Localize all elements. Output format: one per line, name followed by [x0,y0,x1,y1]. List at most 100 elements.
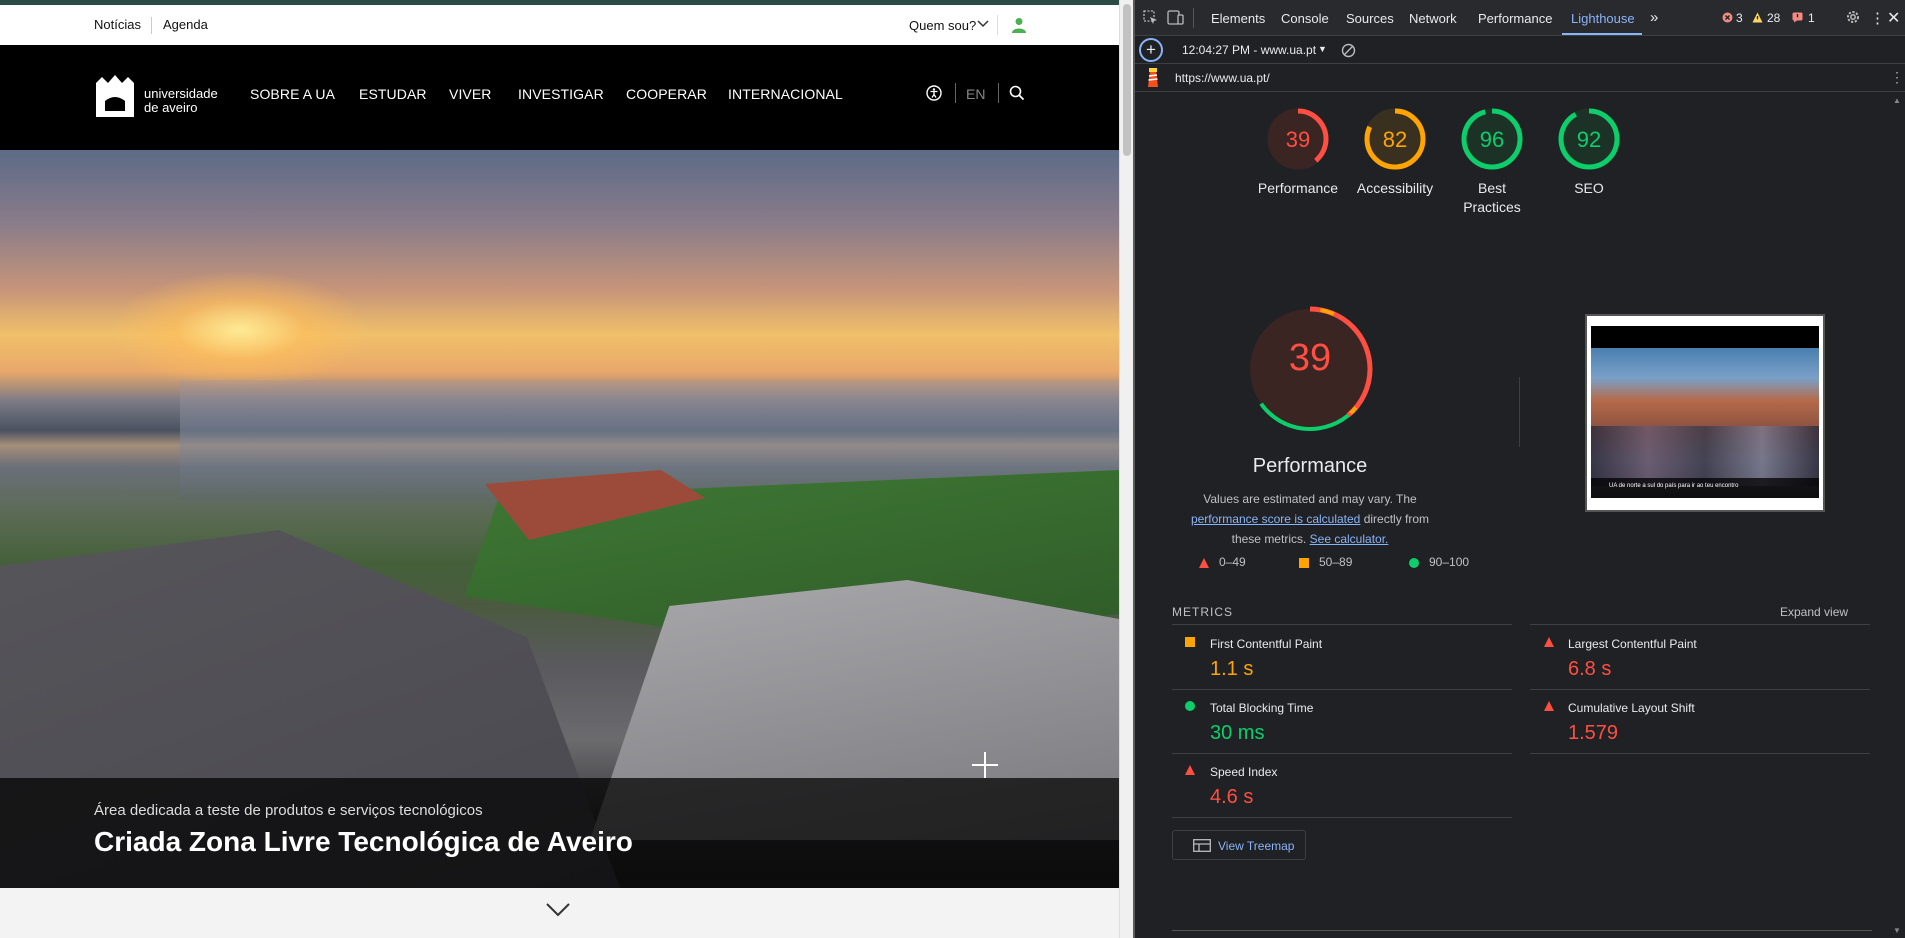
warning-icon[interactable] [1752,12,1763,23]
final-screenshot[interactable]: UA de norte a sul do país para ir ao teu… [1585,314,1825,512]
screenshot-people [1591,426,1819,486]
report-url: https://www.ua.pt/ [1175,71,1270,85]
score-label: Best Practices [1463,180,1521,215]
metric-name-tbt: Total Blocking Time [1210,701,1314,715]
view-treemap-button[interactable]: View Treemap [1172,830,1306,860]
hero-caption[interactable]: Área dedicada a teste de produtos e serv… [0,778,1119,888]
divider [1172,817,1512,818]
divider [1172,689,1512,690]
fail-triangle-icon [1185,765,1195,775]
nav-estudar[interactable]: ESTUDAR [359,86,427,102]
average-square-icon [1299,558,1309,568]
score-label: Performance [1257,180,1339,196]
report-url-bar: https://www.ua.pt/ ⋮ [1135,64,1905,92]
link-noticias[interactable]: Notícias [94,17,141,32]
issues-count[interactable]: 1 [1808,11,1815,25]
fail-triangle-icon [1199,558,1209,568]
divider [1530,753,1870,754]
website-viewport: Notícias Agenda Quem sou? universidade d… [0,0,1119,938]
devtools-panel: Elements Console Sources Network Perform… [1135,0,1905,938]
score-gauge-best-practices[interactable]: 96 Best Practices [1442,107,1542,217]
lighthouse-toolbar: + 12:04:27 PM - www.ua.pt ▼ [1135,36,1905,64]
score-value: 92 [1576,127,1602,152]
nav-internacional[interactable]: INTERNACIONAL [728,86,843,102]
score-calculated-link[interactable]: performance score is calculated [1191,512,1360,526]
chevron-down-icon[interactable] [545,902,571,918]
legend-average: 50–89 [1319,555,1353,569]
new-report-button[interactable]: + [1139,38,1163,62]
divider [151,17,152,34]
tab-sources[interactable]: Sources [1346,11,1394,26]
metric-value-lcp: 6.8 s [1568,658,1612,680]
filmstrip [1172,930,1872,938]
settings-gear-icon[interactable] [1845,9,1861,25]
report-selector[interactable]: 12:04:27 PM - www.ua.pt [1182,43,1316,57]
metric-name-lcp: Largest Contentful Paint [1568,637,1697,651]
score-value: 82 [1382,127,1408,152]
fail-triangle-icon [1544,701,1554,711]
search-icon[interactable] [1009,85,1025,101]
lighthouse-report: 39 Performance 82 Accessibility 96 Best … [1135,92,1890,938]
divider [1530,624,1870,625]
crosshair-cursor-icon [972,752,998,778]
divider [1193,8,1194,28]
device-toolbar-icon[interactable] [1167,10,1184,25]
below-hero-section [0,888,1119,938]
link-agenda[interactable]: Agenda [163,17,208,32]
nav-cooperar[interactable]: COOPERAR [626,86,707,102]
kebab-menu-icon[interactable]: ⋮ [1890,69,1904,86]
tab-lighthouse[interactable]: Lighthouse [1571,11,1635,26]
performance-title: Performance [1252,455,1368,477]
clear-icon[interactable] [1341,43,1356,58]
score-gauge-seo[interactable]: 92 SEO [1539,107,1639,198]
nav-viver[interactable]: VIVER [449,86,492,102]
report-scrollbar[interactable] [1890,92,1905,938]
metric-value-fcp: 1.1 s [1210,658,1254,680]
score-label: Accessibility [1356,180,1434,196]
language-switch[interactable]: EN [966,86,985,102]
divider [1172,753,1512,754]
chevron-down-icon[interactable]: ▼ [1318,44,1327,54]
close-icon[interactable]: ✕ [1887,8,1900,28]
metric-value-cls: 1.579 [1568,722,1619,744]
scrollbar-thumb[interactable] [1123,4,1131,156]
score-gauge-accessibility[interactable]: 82 Accessibility [1345,107,1445,198]
error-count[interactable]: 3 [1736,11,1743,25]
tab-elements[interactable]: Elements [1211,11,1265,26]
nav-investigar[interactable]: INVESTIGAR [518,86,604,102]
score-label: SEO [1574,180,1604,196]
page-scrollbar[interactable] [1119,0,1133,938]
divider [1519,377,1520,447]
chevron-down-icon[interactable] [977,19,989,29]
divider [955,83,956,103]
tab-console[interactable]: Console [1281,11,1329,26]
error-icon[interactable] [1722,12,1733,23]
tab-performance[interactable]: Performance [1478,11,1552,26]
scroll-up-icon[interactable]: ▲ [1893,96,1901,105]
more-tabs-icon[interactable]: » [1650,9,1658,26]
score-gauge-performance[interactable]: 39 Performance [1248,107,1348,198]
divider [997,15,998,35]
nav-sobre-a-ua[interactable]: SOBRE A UA [250,86,335,102]
divider [1530,689,1870,690]
note-text: Values are estimated and may vary. The [1203,492,1417,506]
kebab-menu-icon[interactable]: ⋮ [1870,9,1885,27]
performance-note: Values are estimated and may vary. The p… [1175,489,1445,549]
scroll-down-icon[interactable]: ▼ [1893,926,1901,935]
divider [998,83,999,103]
score-value: 96 [1479,127,1505,152]
fail-triangle-icon [1544,637,1554,647]
user-icon[interactable] [1012,17,1026,33]
logo-text[interactable]: universidade de aveiro [144,87,218,115]
inspect-element-icon[interactable] [1143,10,1158,25]
hero-title[interactable]: Criada Zona Livre Tecnológica de Aveiro [94,826,633,858]
quem-sou-menu[interactable]: Quem sou? [909,18,976,33]
ua-logo-icon[interactable] [94,73,136,119]
warning-count[interactable]: 28 [1767,11,1780,25]
see-calculator-link[interactable]: See calculator. [1310,532,1389,546]
main-navbar: universidade de aveiro SOBRE A UA ESTUDA… [0,45,1119,150]
expand-view-button[interactable]: Expand view [1780,605,1848,619]
accessibility-icon[interactable] [926,85,942,101]
issues-icon[interactable] [1792,12,1803,23]
tab-network[interactable]: Network [1409,11,1457,26]
